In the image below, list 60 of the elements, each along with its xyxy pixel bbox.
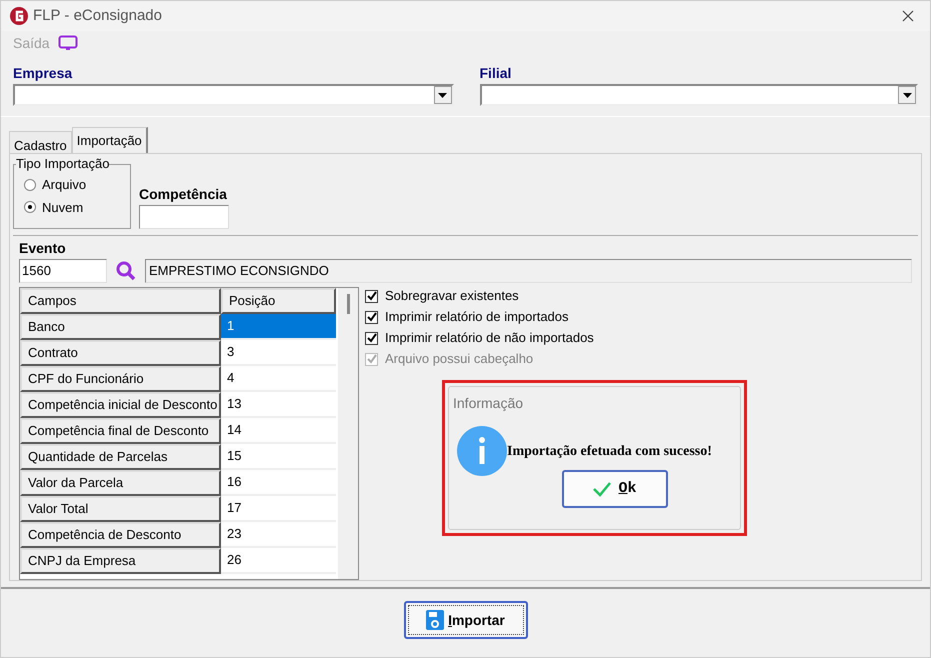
dialog-message: Importação efetuada com sucesso! (507, 442, 712, 460)
table-row[interactable]: Banco 1 (20, 314, 338, 340)
checkbox[interactable] (365, 290, 378, 302)
close-icon[interactable] (902, 10, 914, 22)
table-cell: 1 (221, 314, 336, 340)
table-cell: Contrato (20, 340, 221, 366)
competencia-field[interactable] (139, 205, 229, 229)
radio-button[interactable] (24, 201, 36, 214)
monitor-icon[interactable] (58, 35, 78, 51)
evento-label: Evento (19, 240, 66, 256)
table-cell: Competência de Desconto (20, 522, 221, 548)
table-cell: Banco (20, 314, 221, 340)
checkbox-label: Sobregravar existentes (385, 287, 519, 305)
table-row[interactable]: Valor Total 17 (20, 496, 338, 522)
group-title: Tipo Importação (16, 156, 110, 172)
table-cell: Valor Total (20, 496, 221, 522)
checkbox-label: Imprimir relatório de não importados (385, 329, 594, 347)
import-button[interactable]: Importar (404, 601, 528, 639)
empresa-label: Empresa (13, 64, 74, 83)
window-title: FLP - eConsignado (33, 6, 162, 26)
tab[interactable]: Importação (72, 127, 148, 153)
ok-button[interactable]: Ok (562, 470, 668, 508)
table-row[interactable]: CNPJ da Empresa 26 (20, 548, 338, 574)
table-cell: Quantidade de Parcelas (20, 444, 221, 470)
table-row[interactable]: Competência final de Desconto 14 (20, 418, 338, 444)
table-row[interactable]: Competência de Desconto 23 (20, 522, 338, 548)
table-cell: Competência final de Desconto (20, 418, 221, 444)
table-cell: Competência inicial de Desconto (20, 392, 221, 418)
dropdown-button[interactable] (434, 86, 452, 104)
table-row[interactable]: Valor da Parcela 16 (20, 470, 338, 496)
app-logo-icon (9, 6, 29, 26)
scrollbar-thumb[interactable] (346, 294, 350, 314)
evento-code-field[interactable]: 1560 (19, 259, 107, 283)
checkbox[interactable] (365, 332, 378, 344)
checkbox[interactable] (365, 310, 378, 324)
filial-label: Filial (480, 64, 512, 83)
dropdown-button[interactable] (898, 86, 916, 104)
table-row[interactable]: Contrato 3 (20, 340, 338, 366)
competencia-label: Competência (139, 185, 228, 204)
table-cell: CNPJ da Empresa (20, 548, 221, 574)
column-header[interactable]: Posição (221, 288, 336, 314)
checkbox-label: Arquivo possui cabeçalho (385, 350, 534, 368)
radio-label: Nuvem (42, 198, 84, 216)
table-row[interactable]: Competência inicial de Desconto 13 (20, 392, 338, 418)
column-header[interactable]: Campos (20, 288, 221, 314)
caret-icon (902, 92, 912, 98)
table-cell: CPF do Funcionário (20, 366, 221, 392)
radio-label: Arquivo (42, 176, 86, 194)
evento-description-field: EMPRESTIMO ECONSIGNDO (145, 259, 912, 283)
checkbox-label: Imprimir relatório de importados (385, 308, 569, 326)
radio-button[interactable] (24, 178, 36, 191)
table-row[interactable]: CPF do Funcionário 4 (20, 366, 338, 392)
table-row[interactable]: Quantidade de Parcelas 15 (20, 444, 338, 470)
caret-icon (438, 92, 447, 98)
dialog-title: Informação (452, 394, 524, 413)
search-icon[interactable] (115, 260, 137, 282)
tab[interactable]: Cadastro (9, 131, 72, 153)
info-icon (457, 426, 507, 476)
checkmark-icon (592, 481, 612, 497)
table-cell: Valor da Parcela (20, 470, 221, 496)
